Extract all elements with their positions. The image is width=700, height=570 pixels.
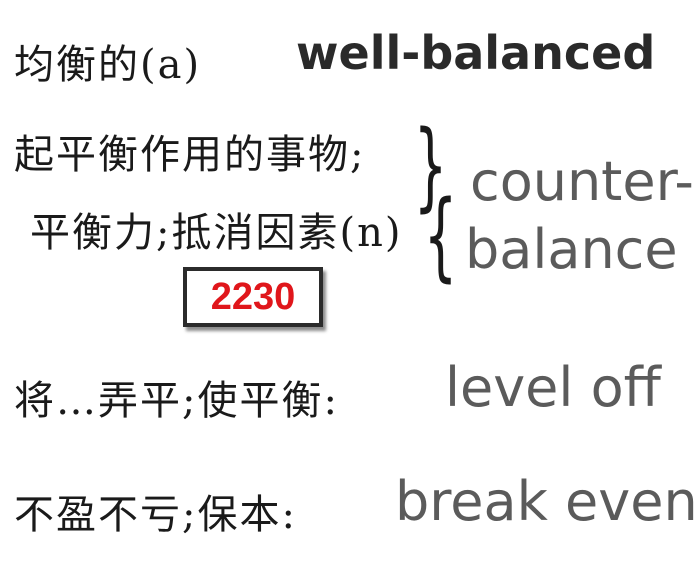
phrase-4-english: break even	[395, 470, 698, 533]
phrase-1-chinese: 均衡的(a)	[14, 42, 202, 88]
brace-left: {	[423, 180, 458, 292]
phrase-2-chinese-a: 起平衡作用的事物;	[14, 132, 366, 178]
phrase-2-english-a: counter-	[470, 150, 694, 213]
phrase-2-english-b: balance	[465, 218, 678, 281]
number-badge: 2230	[183, 267, 323, 327]
badge-number: 2230	[210, 275, 296, 318]
phrase-3-chinese: 将…弄平;使平衡:	[14, 378, 339, 424]
phrase-1-english: well-balanced	[296, 26, 656, 80]
phrase-4-chinese: 不盈不亏;保本:	[14, 492, 297, 538]
phrase-2-chinese-b: 平衡力;抵消因素(n)	[30, 210, 403, 256]
phrase-3-english: level off	[445, 356, 661, 419]
